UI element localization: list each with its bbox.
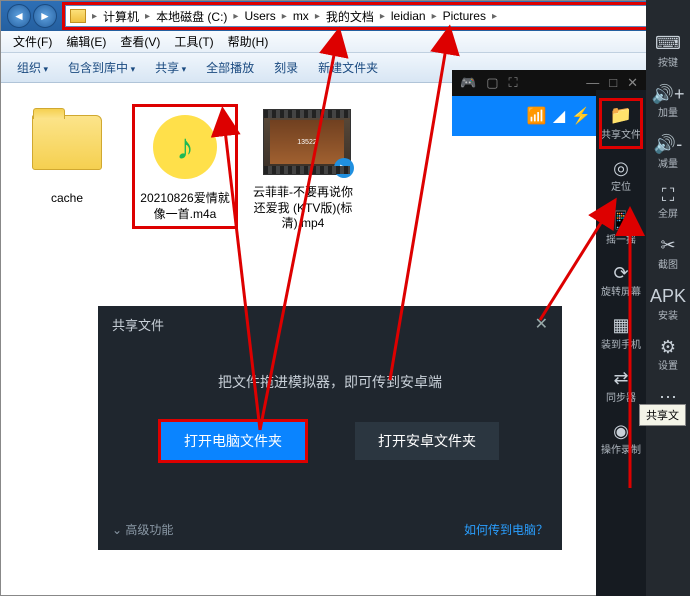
menu-view[interactable]: 查看(V) (114, 31, 166, 52)
sidebar-item-screenshot[interactable]: ✂截图 (646, 228, 690, 279)
menu-bar: 文件(F) 编辑(E) 查看(V) 工具(T) 帮助(H) (1, 31, 689, 53)
breadcrumb[interactable]: 本地磁盘 (C:) (152, 8, 231, 25)
sidebar-item-keymap[interactable]: ⌨按键 (646, 26, 690, 77)
video-thumbnail-icon: 13522 ▶ (263, 109, 351, 175)
tool-share[interactable]: 共享 (147, 55, 194, 80)
sidebar-item-apk-install[interactable]: APK安装 (646, 279, 690, 330)
tool-burn[interactable]: 刻录 (266, 55, 306, 80)
breadcrumb[interactable]: Users (240, 9, 279, 23)
play-badge-icon: ▶ (334, 158, 354, 178)
file-label: cache (17, 191, 117, 207)
tool-include-library[interactable]: 包含到库中 (60, 55, 143, 80)
open-pc-folder-button[interactable]: 打开电脑文件夹 (161, 422, 305, 460)
expand-icon[interactable]: ⛶ (508, 75, 517, 91)
sync-icon: ⇄ (599, 368, 643, 390)
sidebar-item-share-files[interactable]: 📁共享文件 (599, 98, 643, 149)
sidebar-item-settings[interactable]: ⚙设置 (646, 330, 690, 381)
tool-new-folder[interactable]: 新建文件夹 (310, 55, 386, 80)
nav-back-button[interactable]: ◄ (7, 4, 31, 28)
tool-play-all[interactable]: 全部播放 (198, 55, 262, 80)
tool-organize[interactable]: 组织 (9, 55, 56, 80)
box-icon[interactable]: ▢ (486, 75, 498, 91)
rotate-icon: ⟳ (599, 263, 643, 285)
apk-icon: APK (646, 286, 690, 308)
breadcrumb[interactable]: Pictures (439, 9, 490, 23)
sidebar-item-volume-down[interactable]: 🔊-减量 (646, 127, 690, 178)
file-label: 云菲菲-不要再说你还爱我 (KTV版)(标清).mp4 (253, 185, 353, 232)
close-button[interactable]: ✕ (627, 75, 638, 91)
menu-help[interactable]: 帮助(H) (222, 31, 275, 52)
music-icon: ♪ (153, 115, 217, 179)
folder-open-icon: 📁 (599, 105, 643, 127)
sidebar-item-volume-up[interactable]: 🔊+加量 (646, 77, 690, 128)
file-label: 20210826爱情就像一首.m4a (139, 191, 231, 222)
title-bar: ◄ ► ▸ 计算机▸ 本地磁盘 (C:)▸ Users▸ mx▸ 我的文档▸ l… (1, 1, 689, 31)
volume-up-icon: 🔊+ (646, 84, 690, 106)
sidebar-item-record[interactable]: ◉操作录制 (599, 414, 643, 465)
sidebar-item-install-phone[interactable]: ▦装到手机 (599, 308, 643, 359)
maximize-button[interactable]: □ (609, 75, 617, 91)
location-icon: ◎ (599, 158, 643, 180)
breadcrumb[interactable]: 我的文档 (322, 8, 378, 25)
wifi-icon: 📶 (527, 106, 547, 126)
sidebar-item-fullscreen[interactable]: ⛶全屏 (646, 178, 690, 229)
howto-link[interactable]: 如何传到电脑？ (464, 521, 548, 538)
dialog-message: 把文件拖进模拟器，即可传到安卓端 (118, 372, 542, 392)
record-icon: ◉ (599, 421, 643, 443)
emulator-sidebar-right: ⌨按键 🔊+加量 🔊-减量 ⛶全屏 ✂截图 APK安装 ⚙设置 ⋯更多 (646, 0, 690, 596)
advanced-toggle[interactable]: ⌄ 高级功能 (112, 521, 173, 538)
dialog-close-button[interactable]: ✕ (535, 314, 548, 334)
gear-icon: ⚙ (646, 337, 690, 359)
address-bar[interactable]: ▸ 计算机▸ 本地磁盘 (C:)▸ Users▸ mx▸ 我的文档▸ leidi… (65, 5, 683, 27)
file-folder-cache[interactable]: cache (17, 107, 117, 207)
shake-icon: 📳 (599, 210, 643, 232)
qr-icon: ▦ (599, 315, 643, 337)
emulator-sidebar-left: 📁共享文件 ◎定位 📳摇一摇 ⟳旋转屏幕 ▦装到手机 ⇄同步器 ◉操作录制 (596, 90, 646, 596)
file-audio-m4a[interactable]: ♪ 20210826爱情就像一首.m4a (135, 107, 235, 226)
keyboard-icon: ⌨ (646, 33, 690, 55)
fullscreen-icon: ⛶ (646, 185, 690, 207)
dialog-title: 共享文件 (112, 315, 164, 334)
folder-icon (32, 115, 102, 170)
sidebar-item-shake[interactable]: 📳摇一摇 (599, 203, 643, 254)
folder-icon (70, 9, 86, 23)
file-video-mp4[interactable]: 13522 ▶ 云菲菲-不要再说你还爱我 (KTV版)(标清).mp4 (253, 107, 353, 232)
menu-file[interactable]: 文件(F) (7, 31, 58, 52)
volume-down-icon: 🔊- (646, 134, 690, 156)
sidebar-item-sync[interactable]: ⇄同步器 (599, 361, 643, 412)
sim-icon: ◢ (553, 106, 565, 126)
gamepad-icon[interactable]: 🎮 (460, 75, 476, 91)
breadcrumb[interactable]: mx (289, 9, 313, 23)
breadcrumb[interactable]: 计算机 (99, 8, 143, 25)
battery-charging-icon: ⚡ (571, 106, 591, 126)
tooltip: 共享文 (639, 404, 686, 426)
nav-forward-button[interactable]: ► (33, 4, 57, 28)
sidebar-item-rotate[interactable]: ⟳旋转屏幕 (599, 256, 643, 307)
menu-tools[interactable]: 工具(T) (168, 31, 219, 52)
breadcrumb[interactable]: leidian (387, 9, 430, 23)
minimize-button[interactable]: — (586, 75, 599, 91)
share-file-dialog: 共享文件 ✕ 把文件拖进模拟器，即可传到安卓端 打开电脑文件夹 打开安卓文件夹 … (98, 306, 562, 550)
scissors-icon: ✂ (646, 235, 690, 257)
sidebar-item-locate[interactable]: ◎定位 (599, 151, 643, 202)
menu-edit[interactable]: 编辑(E) (60, 31, 112, 52)
open-android-folder-button[interactable]: 打开安卓文件夹 (355, 422, 499, 460)
